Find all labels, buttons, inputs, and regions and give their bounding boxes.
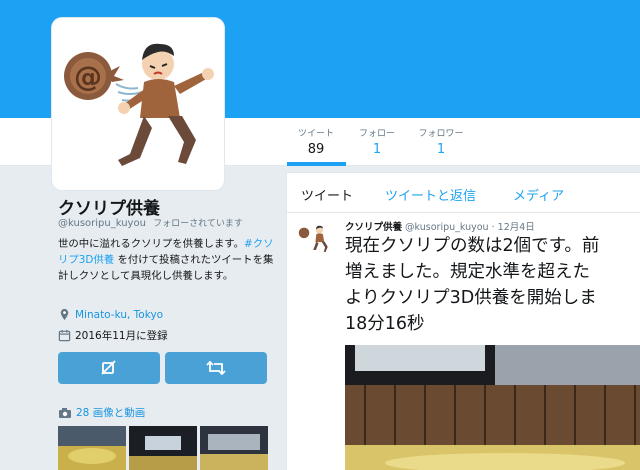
stat-followers-value: 1 [436,142,446,157]
tweet-header: クソリプ供養 @kusoripu_kuyou · 12月4日 [345,219,535,233]
mute-button[interactable] [58,352,160,384]
tweet-line: 増えました。規定水準を超えた [345,262,590,282]
location-pin-icon [60,308,69,321]
tweet-author-handle[interactable]: @kusoripu_kuyou [405,222,489,233]
profile-handle[interactable]: @kusoripu_kuyou [58,218,146,229]
retweet-button[interactable] [165,352,267,384]
profile-avatar[interactable]: @ [52,18,224,190]
stat-tweets[interactable]: ツイート 89 [290,126,342,157]
stat-tweets-label: ツイート [297,129,334,139]
tweet-media-image[interactable] [345,345,640,470]
mute-icon [101,360,116,375]
tweet-text: 現在クソリプの数は2個です。前 増えました。規定水準を超えた よりクソリプ3D供… [345,233,640,337]
location-text: Minato-ku, Tokyo [75,308,164,321]
stat-tweets-value: 89 [307,142,325,157]
profile-joined: 2016年11月に登録 [58,328,168,343]
svg-text:@: @ [74,60,102,93]
bio-text-prefix: 世の中に溢れるクソリプを供養します。 [58,238,244,250]
stat-following[interactable]: フォロー 1 [352,126,402,157]
profile-bio: 世の中に溢れるクソリプを供養します。#クソリプ3D供養 を付けて投稿されたツイー… [58,236,276,284]
tweet-avatar[interactable] [297,221,333,257]
tweet-line: 18分16秒 [345,314,425,334]
stat-followers[interactable]: フォロワー 1 [413,126,469,157]
calendar-icon [58,329,71,342]
timeline-tabs: ツイート ツイートと返信 メディア [287,173,640,213]
follows-you-badge: フォローされています [153,219,243,229]
profile-location[interactable]: Minato-ku, Tokyo [58,308,163,321]
tweet-line: よりクソリプ3D供養を開始しま [345,288,597,308]
tab-media[interactable]: メディア [513,185,564,204]
stat-following-label: フォロー [358,129,395,139]
handle-row: @kusoripu_kuyou フォローされています [58,216,243,229]
tweet-author-name[interactable]: クソリプ供養 [345,222,402,233]
active-stat-indicator [287,162,346,166]
camera-icon [59,407,71,418]
media-count: 28 画像と動画 [76,407,146,419]
tab-tweets[interactable]: ツイート [301,185,353,204]
timeline: ツイート ツイートと返信 メディア クソリプ供養 @kusoripu_kuyou… [286,172,640,470]
media-thumbnail[interactable] [58,426,126,470]
media-thumbnail[interactable] [200,426,268,470]
tab-tweets-and-replies[interactable]: ツイートと返信 [385,185,476,204]
media-gallery-link[interactable]: 28 画像と動画 [58,405,145,420]
media-thumbnail[interactable] [129,426,197,470]
retweet-icon [206,360,226,376]
stat-following-value: 1 [372,142,382,157]
stat-followers-label: フォロワー [418,129,464,139]
tweet-date[interactable]: · 12月4日 [492,222,535,233]
avatar-illustration: @ [56,22,220,186]
tweet-line: 現在クソリプの数は2個です。前 [345,236,600,256]
joined-text: 2016年11月に登録 [75,330,168,342]
